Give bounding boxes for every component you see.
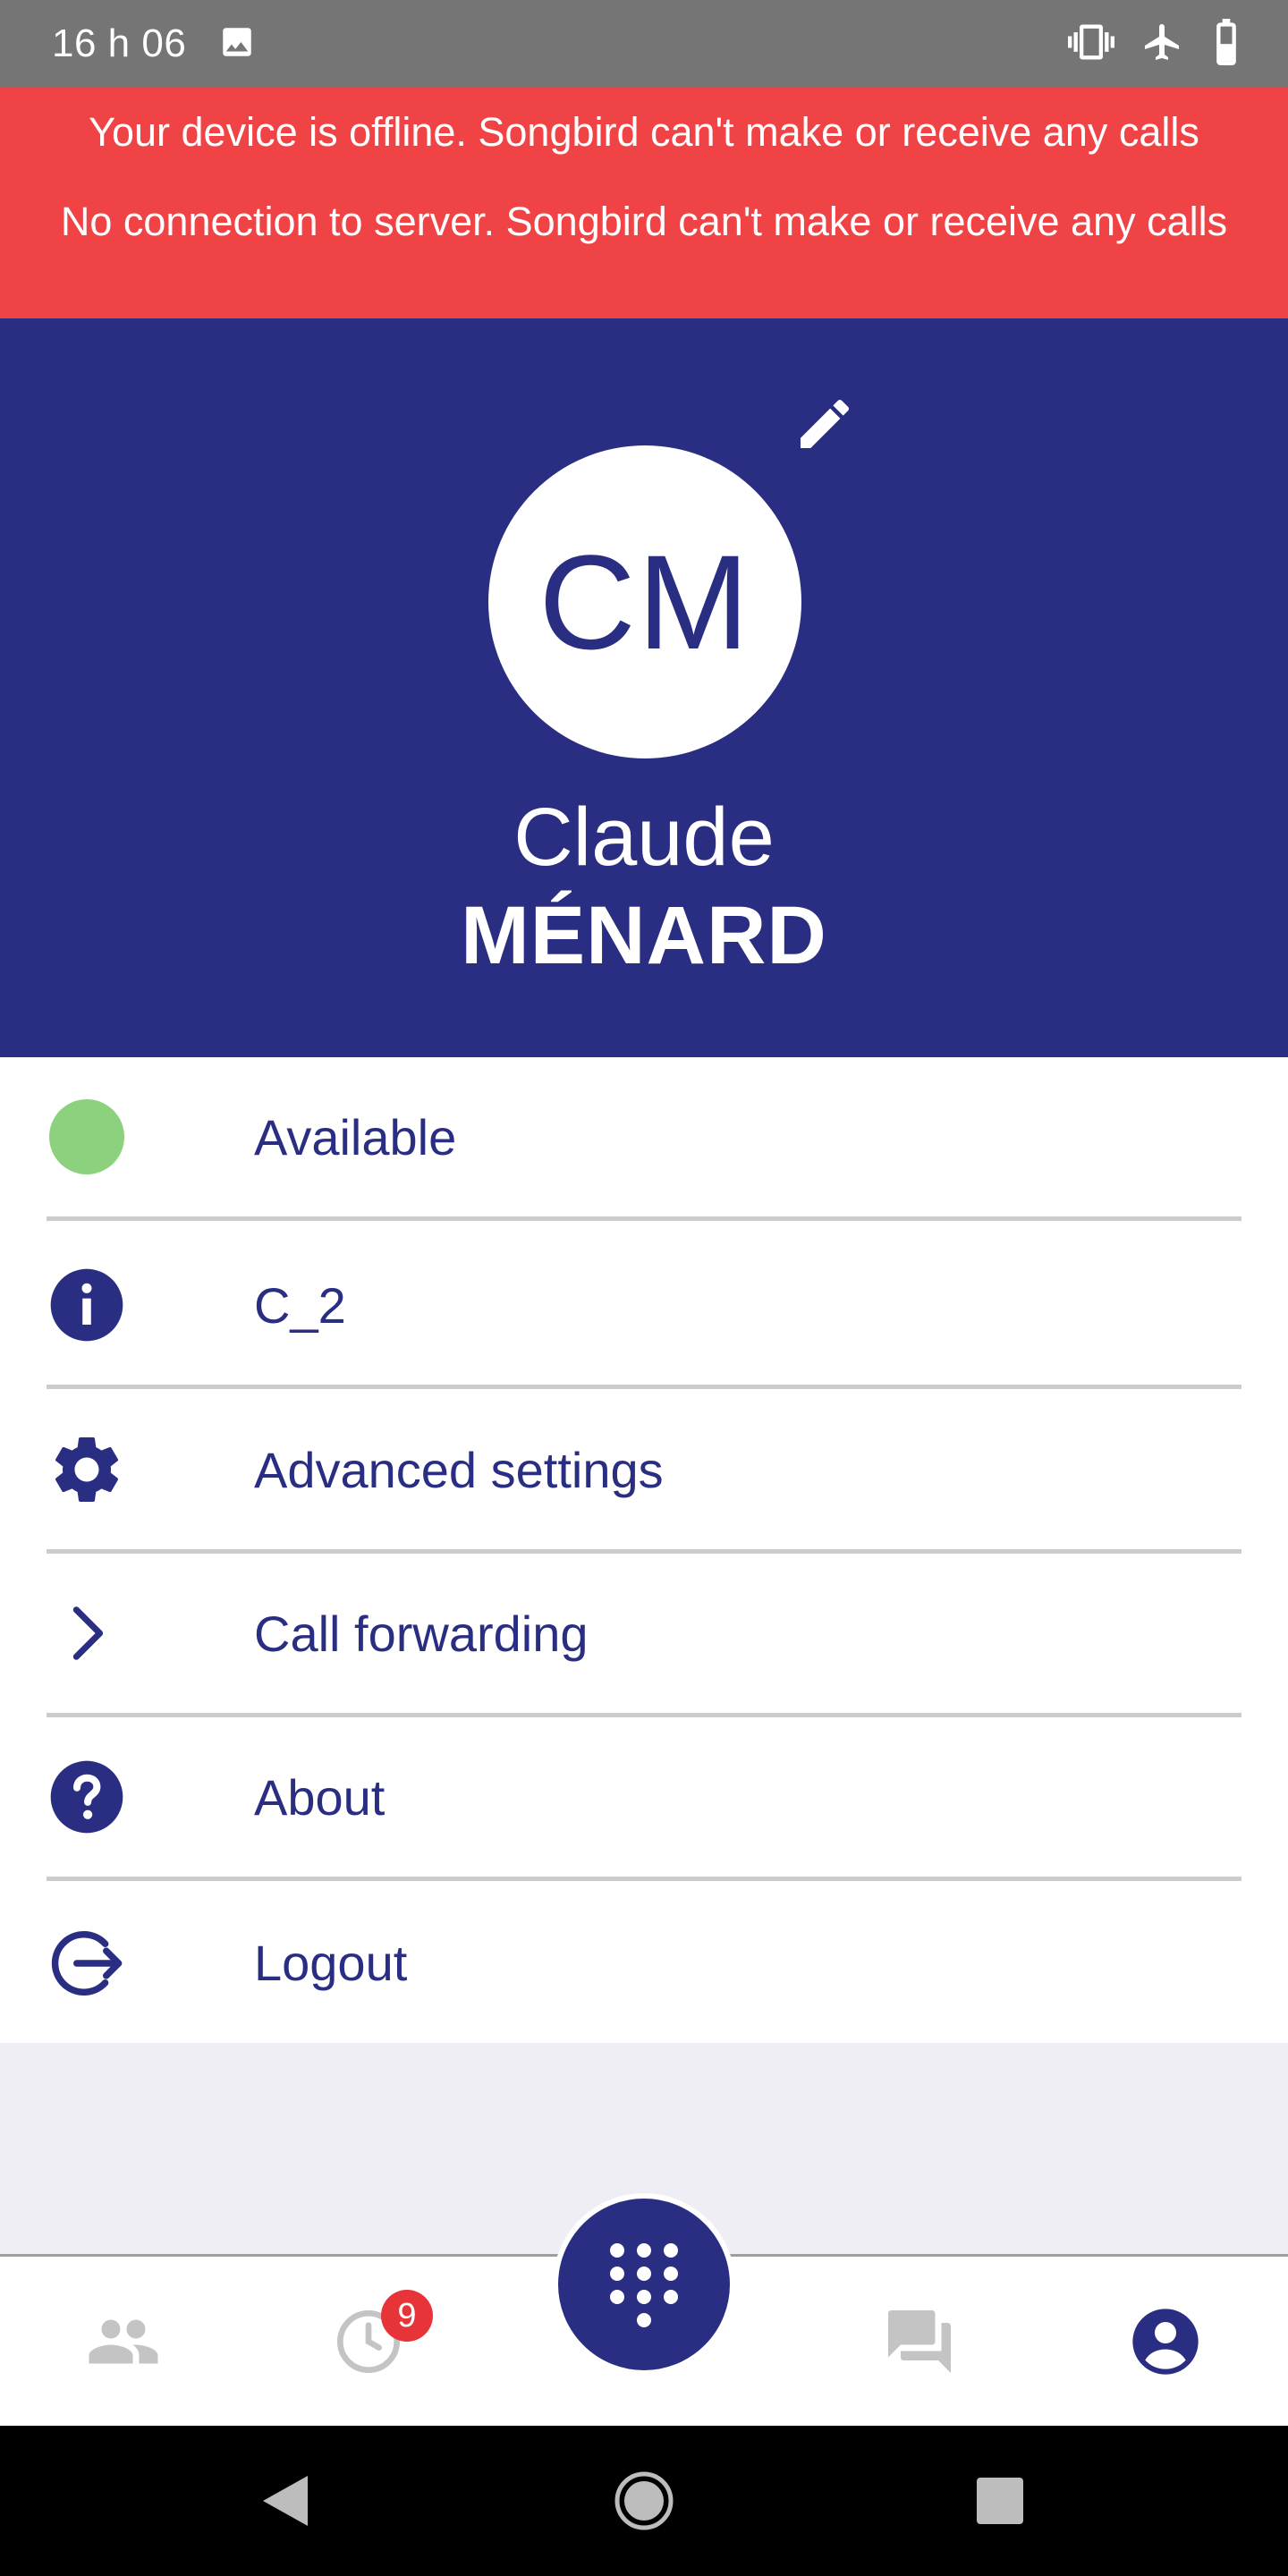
system-navigation-bar	[0, 2426, 1288, 2576]
dialpad-button[interactable]	[553, 2193, 735, 2376]
profile-header: CM Claude MÉNARD	[0, 318, 1288, 1057]
contacts-icon	[89, 2319, 158, 2364]
system-back-button[interactable]	[249, 2465, 320, 2537]
user-first-name: Claude	[513, 792, 775, 883]
menu-item-availability[interactable]: Available	[47, 1057, 1241, 1221]
system-recents-button[interactable]	[964, 2465, 1036, 2537]
battery-icon	[1211, 18, 1241, 70]
image-icon	[218, 23, 256, 65]
dialpad-icon	[610, 2243, 678, 2327]
menu-item-about[interactable]: About	[47, 1717, 1241, 1881]
status-bar: 16 h 06	[0, 0, 1288, 88]
menu-item-call-forwarding[interactable]: Call forwarding	[47, 1554, 1241, 1717]
menu-item-label: Call forwarding	[254, 1605, 589, 1662]
settings-menu: Available C_2 Advanced settings Call for…	[0, 1057, 1288, 2043]
edit-profile-button[interactable]	[787, 386, 862, 462]
system-home-button[interactable]	[608, 2465, 680, 2537]
menu-item-label: C_2	[254, 1276, 346, 1334]
status-time: 16 h 06	[52, 21, 187, 65]
connection-alert-banner: Your device is offline. Songbird can't m…	[0, 88, 1288, 318]
menu-item-label: Logout	[254, 1935, 408, 1991]
gear-icon	[47, 1429, 127, 1510]
status-right	[1068, 18, 1241, 70]
user-last-name: MÉNARD	[461, 890, 827, 981]
status-dot-icon	[47, 1097, 127, 1177]
home-circle-icon	[614, 2471, 674, 2530]
recents-square-icon	[977, 2478, 1023, 2524]
offline-alert-text: Your device is offline. Songbird can't m…	[89, 109, 1199, 155]
menu-item-account-info[interactable]: C_2	[47, 1225, 1241, 1389]
server-alert-text: No connection to server. Songbird can't …	[60, 199, 1228, 244]
back-triangle-icon	[263, 2476, 308, 2526]
history-badge: 9	[381, 2290, 433, 2342]
menu-item-label: Advanced settings	[254, 1441, 664, 1498]
nav-contacts[interactable]	[74, 2292, 173, 2391]
vibrate-icon	[1068, 19, 1114, 70]
menu-item-label: Available	[254, 1108, 457, 1165]
profile-icon	[1132, 2309, 1199, 2375]
nav-messages[interactable]	[870, 2292, 969, 2391]
help-icon	[47, 1757, 127, 1837]
logout-icon	[47, 1923, 127, 2004]
avatar: CM	[488, 445, 801, 758]
menu-item-advanced-settings[interactable]: Advanced settings	[47, 1390, 1241, 1554]
pencil-icon	[801, 399, 850, 448]
menu-item-label: About	[254, 1768, 386, 1826]
status-left: 16 h 06	[52, 21, 256, 66]
nav-profile[interactable]	[1116, 2292, 1215, 2391]
messages-icon	[888, 2310, 951, 2373]
chevron-right-icon	[47, 1593, 127, 1674]
info-icon	[47, 1265, 127, 1345]
airplane-icon	[1141, 21, 1184, 68]
menu-item-logout[interactable]: Logout	[47, 1881, 1241, 2045]
